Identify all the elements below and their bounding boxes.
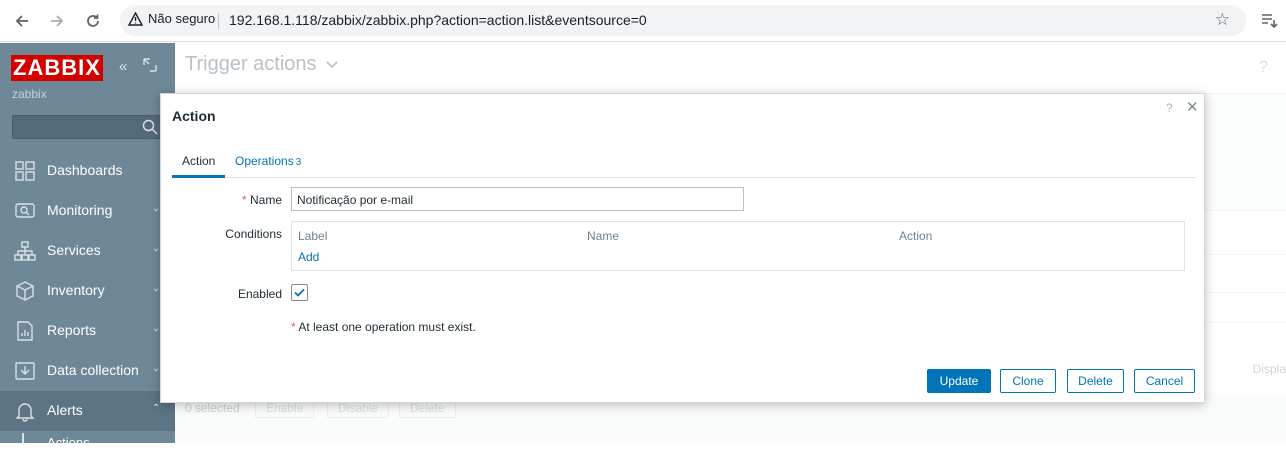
required-asterisk: *: [241, 193, 247, 207]
submenu-indicator: [22, 433, 24, 443]
tab-operations-label: Operations: [235, 154, 294, 168]
tab-operations[interactable]: Operations 3: [235, 154, 301, 168]
required-asterisk: *: [291, 320, 296, 334]
reload-icon[interactable]: [80, 8, 106, 34]
dialog-tabs: Action Operations 3: [172, 146, 1196, 178]
name-field-value: Notificação por e-mail: [297, 193, 414, 207]
bell-icon: [15, 403, 35, 422]
sidebar: ZABBIX « zabbix Dashboards Monitoring ⌄ …: [0, 43, 175, 450]
zabbix-logo[interactable]: ZABBIX: [11, 55, 103, 81]
warning-icon: [128, 11, 143, 26]
operations-requirement-note: * At least one operation must exist.: [291, 320, 476, 334]
conditions-column-action: Action: [899, 229, 933, 243]
tab-action[interactable]: Action: [182, 154, 215, 168]
sidebar-item-label: Reports: [47, 322, 97, 338]
sidebar-item-inventory[interactable]: Inventory ⌄: [0, 271, 175, 311]
sidebar-item-services[interactable]: Services ⌄: [0, 231, 175, 271]
clone-button[interactable]: Clone: [1000, 369, 1056, 393]
monitoring-icon: [15, 203, 35, 218]
name-label-text: Name: [249, 193, 282, 207]
close-icon[interactable]: ✕: [1186, 98, 1199, 116]
sidebar-item-label: Inventory: [47, 282, 105, 298]
sidebar-item-data-collection[interactable]: Data collection ⌄: [0, 351, 175, 391]
sidebar-item-dashboards[interactable]: Dashboards: [0, 151, 175, 191]
back-icon[interactable]: [9, 8, 35, 34]
address-bar[interactable]: Não seguro 192.168.1.118/zabbix/zabbix.p…: [120, 5, 1246, 36]
forward-icon[interactable]: [44, 8, 70, 34]
sidebar-item-label: Monitoring: [47, 202, 113, 218]
conditions-table: Label Name Action Add: [291, 221, 1185, 271]
add-condition-link[interactable]: Add: [298, 250, 319, 264]
services-icon: [14, 241, 36, 261]
cancel-button[interactable]: Cancel: [1134, 369, 1195, 393]
sidebar-item-label: Dashboards: [47, 162, 123, 178]
chevron-up-icon: ⌃: [152, 403, 161, 414]
conditions-column-label: Label: [298, 229, 328, 243]
operations-count-badge: 3: [295, 157, 302, 168]
sidebar-item-monitoring[interactable]: Monitoring ⌄: [0, 191, 175, 231]
enabled-checkbox[interactable]: [291, 284, 308, 301]
security-label: Não seguro: [148, 11, 216, 26]
sidebar-item-label: Data collection: [47, 362, 139, 378]
enabled-label: Enabled: [237, 287, 282, 301]
browser-toolbar: Não seguro 192.168.1.118/zabbix/zabbix.p…: [0, 0, 1286, 42]
active-tab-indicator: [172, 175, 225, 178]
name-label: * Name: [161, 193, 282, 207]
help-icon[interactable]: ?: [1166, 101, 1173, 115]
data-collection-icon: [15, 362, 35, 380]
note-text: At least one operation must exist.: [298, 320, 476, 334]
server-name: zabbix: [12, 87, 47, 101]
dashboard-icon: [15, 161, 35, 181]
search-icon[interactable]: [141, 118, 159, 136]
bookmark-star-icon[interactable]: ☆: [1215, 10, 1230, 30]
delete-button[interactable]: Delete: [1067, 369, 1124, 393]
sidebar-search-input[interactable]: [12, 115, 162, 139]
inventory-box-icon: [16, 281, 34, 301]
update-button[interactable]: Update: [927, 369, 991, 393]
sidebar-item-label: Alerts: [47, 402, 83, 418]
kiosk-mode-icon[interactable]: [143, 58, 157, 76]
action-dialog: Action ? ✕ Action Operations 3 * Name Not…: [160, 93, 1205, 403]
dialog-title: Action: [172, 108, 216, 124]
url-text[interactable]: 192.168.1.118/zabbix/zabbix.php?action=a…: [229, 12, 647, 28]
sidebar-item-reports[interactable]: Reports ⌄: [0, 311, 175, 351]
security-chip[interactable]: Não seguro: [128, 11, 215, 26]
reading-list-icon[interactable]: [1260, 11, 1278, 29]
conditions-label: Conditions: [225, 227, 282, 241]
reports-icon: [17, 321, 33, 341]
sidebar-item-alerts[interactable]: Alerts ⌃: [0, 391, 175, 431]
conditions-column-name: Name: [587, 229, 620, 243]
address-divider: [218, 13, 219, 29]
checkmark-icon: [294, 288, 305, 297]
sidebar-item-label: Services: [47, 242, 101, 258]
collapse-sidebar-icon[interactable]: «: [119, 58, 127, 75]
